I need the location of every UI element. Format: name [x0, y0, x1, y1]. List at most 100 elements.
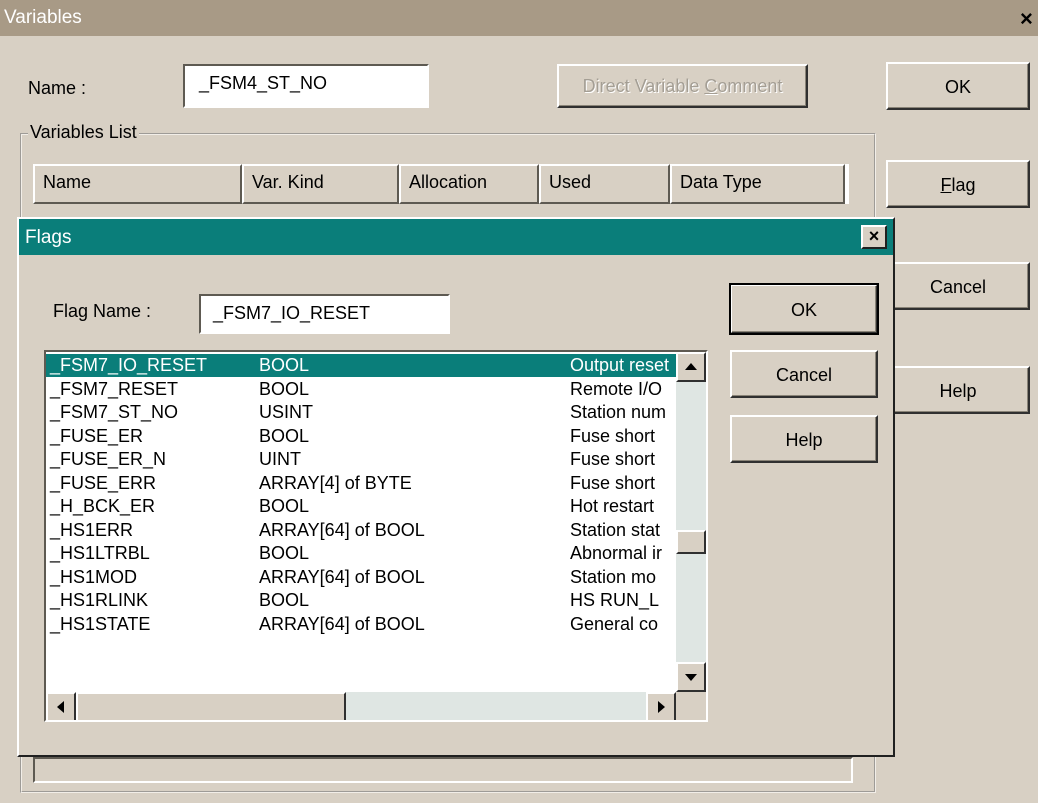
flags-help-button[interactable]: Help: [730, 415, 878, 463]
column-header-used-label: Used: [549, 172, 592, 192]
scrollbar-corner: [676, 692, 706, 720]
scroll-right-icon[interactable]: [646, 692, 676, 720]
variables-help-button[interactable]: Help: [886, 366, 1030, 414]
flag-name: _FUSE_ERR: [50, 472, 157, 493]
column-header-name[interactable]: Name: [33, 164, 242, 204]
flag-list-item[interactable]: _HS1MOD ARRAY[64] of BOOL Station mo: [46, 566, 676, 589]
flags-ok-label: OK: [790, 300, 817, 320]
flags-title-bar[interactable]: Flags ×: [19, 219, 893, 255]
column-header-allocation-label: Allocation: [409, 172, 488, 192]
flag-type: USINT: [259, 402, 313, 422]
flag-name-field[interactable]: _FSM7_IO_RESET: [199, 294, 450, 334]
scroll-up-icon[interactable]: [676, 352, 706, 382]
flag-type: ARRAY[4] of BYTE: [259, 472, 412, 493]
variables-list-table[interactable]: Name Var. Kind Allocation Used Data Type: [33, 164, 849, 204]
variables-cancel-button[interactable]: Cancel: [886, 262, 1030, 310]
variables-list-label: Variables List: [28, 122, 139, 143]
flag-type: ARRAY[64] of BOOL: [259, 613, 425, 634]
scroll-down-icon[interactable]: [676, 662, 706, 692]
flag-desc: Output reset: [570, 355, 670, 375]
flags-cancel-label: Cancel: [775, 365, 833, 385]
flag-desc: Fuse short: [570, 472, 656, 493]
flag-desc: Station stat: [570, 519, 661, 540]
flag-desc: Abnormal ir: [570, 543, 663, 563]
flags-listbox[interactable]: _FSM7_IO_RESET BOOL Output reset _FSM7_RESE…: [44, 350, 708, 722]
flag-name: _HS1LTRBL: [50, 543, 150, 563]
name-field[interactable]: _FSM4_ST_NO: [183, 64, 429, 108]
flag-list-item[interactable]: _HS1LTRBL BOOL Abnormal ir: [46, 542, 676, 565]
flags-dialog: Flags × Flag Name : _FSM7_IO_RESET OK Ca…: [17, 217, 895, 757]
flag-list-item[interactable]: _HS1STATE ARRAY[64] of BOOL General co: [46, 613, 676, 636]
flag-name: _H_BCK_ER: [50, 496, 156, 516]
flag-desc: Station mo: [570, 566, 657, 587]
flag-desc: General co: [570, 613, 659, 634]
flag-name: _HS1MOD: [50, 566, 138, 587]
flag-list-item[interactable]: _FUSE_ERR ARRAY[4] of BYTE Fuse short: [46, 472, 676, 495]
horizontal-scrollbar[interactable]: [46, 692, 676, 720]
flag-list-item[interactable]: _HS1RLINK BOOL HS RUN_L: [46, 589, 676, 612]
flag-name: _HS1ERR: [50, 519, 134, 540]
scroll-left-icon[interactable]: [46, 692, 76, 720]
direct-variable-comment-button[interactable]: Direct Variable Comment: [557, 64, 808, 108]
vertical-scroll-thumb[interactable]: [676, 530, 706, 554]
variables-close-icon[interactable]: ×: [1020, 8, 1038, 30]
flag-name: _FSM7_IO_RESET: [50, 355, 208, 375]
flag-type: BOOL: [259, 355, 310, 375]
flag-type: BOOL: [259, 378, 310, 399]
flag-desc: Hot restart: [570, 496, 655, 516]
name-label: Name :: [28, 78, 87, 98]
flag-desc: Remote I/O: [570, 378, 663, 399]
flag-name-value: _FSM7_IO_RESET: [213, 303, 371, 323]
variables-title-bar[interactable]: Variables ×: [0, 0, 1038, 36]
column-header-var-kind[interactable]: Var. Kind: [242, 164, 399, 204]
variables-status-field: [33, 757, 853, 783]
flag-list-item[interactable]: _FUSE_ER_N UINT Fuse short: [46, 448, 676, 471]
flag-name: _FSM7_RESET: [50, 378, 179, 399]
flag-list-item[interactable]: _FUSE_ER BOOL Fuse short: [46, 425, 676, 448]
flag-type: ARRAY[64] of BOOL: [259, 566, 425, 587]
flags-ok-button[interactable]: OK: [729, 283, 879, 335]
flag-type: UINT: [259, 449, 301, 469]
flag-list-item[interactable]: _HS1ERR ARRAY[64] of BOOL Station stat: [46, 519, 676, 542]
flag-desc: Fuse short: [570, 425, 656, 446]
column-header-allocation[interactable]: Allocation: [399, 164, 539, 204]
flag-name: _FUSE_ER: [50, 425, 144, 446]
flag-name: _HS1STATE: [50, 613, 151, 634]
column-header-name-label: Name: [43, 172, 92, 192]
column-header-used[interactable]: Used: [539, 164, 670, 204]
flag-name: _FSM7_ST_NO: [50, 402, 179, 422]
name-value: _FSM4_ST_NO: [199, 73, 328, 93]
flag-list-item[interactable]: _FSM7_RESET BOOL Remote I/O: [46, 378, 676, 401]
variables-help-label: Help: [939, 381, 977, 401]
flag-list-item[interactable]: _FSM7_IO_RESET BOOL Output reset: [46, 354, 676, 377]
flags-title: Flags: [25, 227, 72, 248]
horizontal-scroll-thumb[interactable]: [76, 692, 346, 720]
flags-close-icon[interactable]: ×: [861, 225, 887, 249]
flags-cancel-button[interactable]: Cancel: [730, 350, 878, 398]
variables-ok-label: OK: [944, 77, 971, 97]
flag-button-label: Flag: [940, 175, 976, 195]
flag-desc: Fuse short: [570, 449, 656, 469]
flag-list-item[interactable]: _FSM7_ST_NO USINT Station num: [46, 401, 676, 424]
flag-button[interactable]: Flag: [886, 160, 1030, 208]
variables-title: Variables: [4, 7, 82, 28]
flag-name: _FUSE_ER_N: [50, 449, 167, 469]
flag-type: BOOL: [259, 590, 310, 610]
flag-desc: HS RUN_L: [570, 590, 660, 610]
column-header-data-type-label: Data Type: [680, 172, 762, 192]
flag-type: BOOL: [259, 543, 310, 563]
flag-type: BOOL: [259, 425, 310, 446]
flag-type: ARRAY[64] of BOOL: [259, 519, 425, 540]
flag-list-item[interactable]: _H_BCK_ER BOOL Hot restart: [46, 495, 676, 518]
column-header-data-type[interactable]: Data Type: [670, 164, 845, 204]
flag-name: _HS1RLINK: [50, 590, 149, 610]
flags-help-label: Help: [785, 430, 823, 450]
vertical-scrollbar[interactable]: [676, 352, 706, 692]
flag-name-label: Flag Name :: [53, 301, 152, 321]
flag-type: BOOL: [259, 496, 310, 516]
flag-desc: Station num: [570, 402, 667, 422]
column-header-var-kind-label: Var. Kind: [252, 172, 324, 192]
variables-cancel-label: Cancel: [929, 277, 987, 297]
direct-variable-comment-label: Direct Variable Comment: [582, 76, 783, 96]
variables-ok-button[interactable]: OK: [886, 62, 1030, 110]
